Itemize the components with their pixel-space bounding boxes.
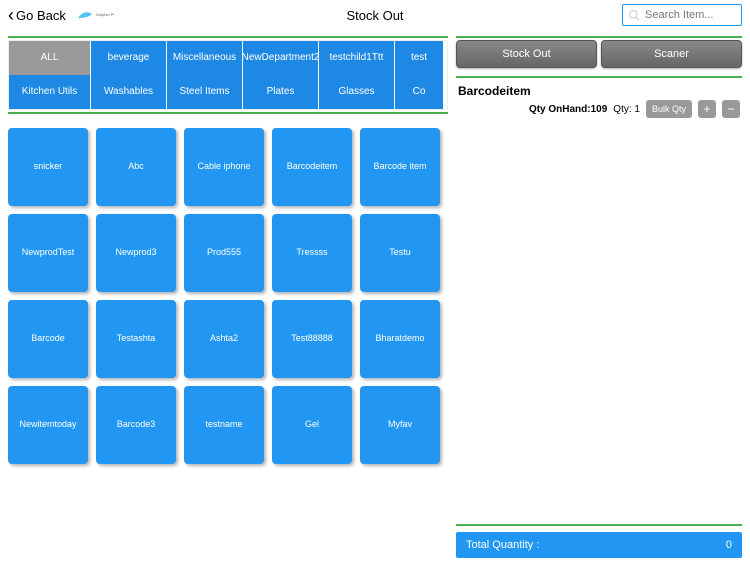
qty-label: Qty: 1 [613, 104, 640, 115]
item-tile[interactable]: Abc [96, 128, 176, 206]
divider [456, 76, 742, 78]
item-tile[interactable]: Myfav [360, 386, 440, 464]
onhand-label: Qty OnHand:109 [529, 104, 607, 115]
category-tab[interactable]: beverage [91, 41, 167, 75]
line-items-list: Barcodeitem Qty OnHand:109 Qty: 1 Bulk Q… [456, 80, 742, 522]
category-tab[interactable]: Miscellaneous [167, 41, 243, 75]
item-tile[interactable]: testname [184, 386, 264, 464]
line-item: Barcodeitem Qty OnHand:109 Qty: 1 Bulk Q… [456, 80, 742, 122]
item-tile[interactable]: Newprod3 [96, 214, 176, 292]
search-icon [628, 9, 640, 21]
item-tile[interactable]: Barcode [8, 300, 88, 378]
page-title: Stock Out [346, 8, 403, 23]
item-tile[interactable]: Gel [272, 386, 352, 464]
item-tile[interactable]: Testu [360, 214, 440, 292]
divider [8, 112, 448, 114]
item-tile[interactable]: Cable iphone [184, 128, 264, 206]
svg-text:Dolphin POS: Dolphin POS [96, 12, 114, 17]
divider [456, 524, 742, 526]
item-tile[interactable]: Barcode3 [96, 386, 176, 464]
item-tile[interactable]: snicker [8, 128, 88, 206]
go-back-label: Go Back [16, 8, 66, 23]
total-value: 0 [726, 539, 732, 551]
scanner-button[interactable]: Scaner [601, 40, 742, 68]
category-tab[interactable]: Washables [91, 75, 167, 109]
item-tile[interactable]: Testashta [96, 300, 176, 378]
item-tile[interactable]: Bharatdemo [360, 300, 440, 378]
category-tab[interactable]: Kitchen Utils [9, 75, 91, 109]
category-tab[interactable]: test [395, 41, 443, 75]
increment-button[interactable]: + [698, 100, 716, 118]
item-tile[interactable]: Barcodeitem [272, 128, 352, 206]
total-quantity-bar: Total Quantity : 0 [456, 532, 742, 558]
item-tile[interactable]: Ashta2 [184, 300, 264, 378]
item-tile[interactable]: NewprodTest [8, 214, 88, 292]
bulk-qty-button[interactable]: Bulk Qty [646, 100, 692, 118]
item-tile[interactable]: Tressss [272, 214, 352, 292]
divider [456, 36, 742, 38]
divider [8, 36, 448, 38]
category-tabs: ALLbeverageMiscellaneousNewDepartment2te… [8, 40, 448, 110]
stock-out-button[interactable]: Stock Out [456, 40, 597, 68]
item-tile[interactable]: Barcode item [360, 128, 440, 206]
total-label: Total Quantity : [466, 539, 539, 551]
search-input[interactable] [622, 4, 742, 26]
category-tab[interactable]: testchild1Ttt [319, 41, 395, 75]
item-tile[interactable]: Prod555 [184, 214, 264, 292]
category-tab[interactable]: Co [395, 75, 443, 109]
category-tab[interactable]: ALL [9, 41, 91, 75]
chevron-left-icon: ‹ [8, 6, 14, 24]
category-tab[interactable]: Glasses [319, 75, 395, 109]
decrement-button[interactable]: − [722, 100, 740, 118]
items-grid: snickerAbcCable iphoneBarcodeitemBarcode… [8, 116, 448, 476]
category-tab[interactable]: NewDepartment2 [243, 41, 319, 75]
item-tile[interactable]: Test88888 [272, 300, 352, 378]
line-item-name: Barcodeitem [458, 84, 740, 98]
category-tab[interactable]: Steel Items [167, 75, 243, 109]
item-tile[interactable]: Newitemtoday [8, 386, 88, 464]
go-back-button[interactable]: ‹ Go Back [8, 6, 66, 24]
app-logo: Dolphin POS [74, 6, 114, 24]
category-tab[interactable]: Plates [243, 75, 319, 109]
